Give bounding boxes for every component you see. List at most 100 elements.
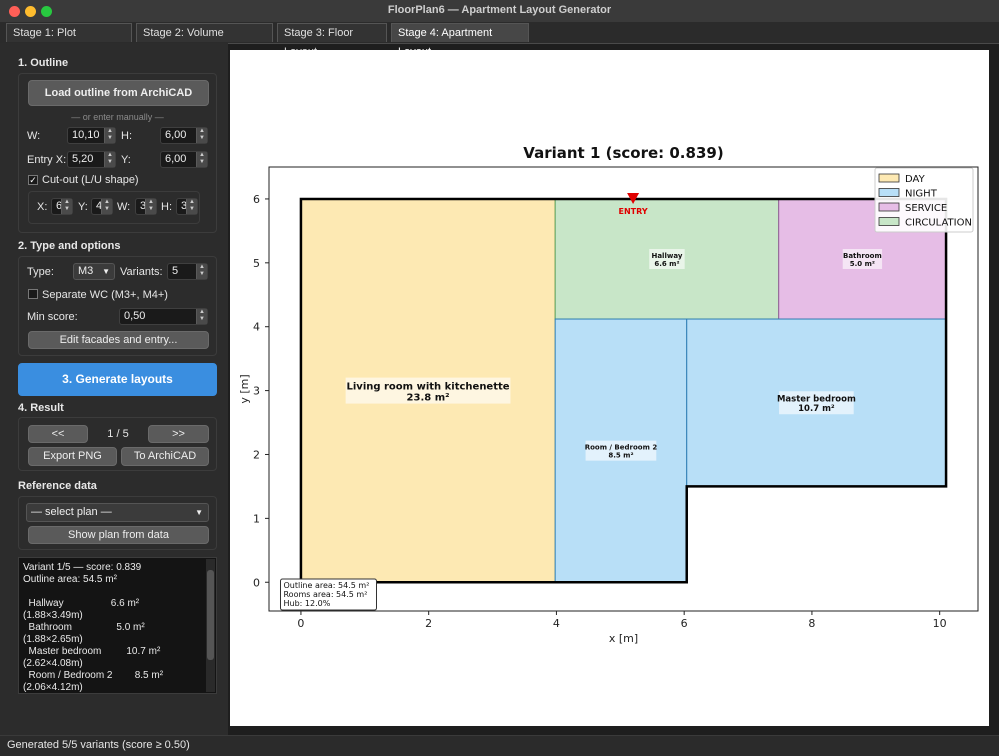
legend-label: NIGHT	[905, 189, 938, 200]
manual-entry-hint: — or enter manually —	[71, 112, 164, 122]
cutout-y-label: Y:	[78, 201, 88, 213]
y-tick-label: 6	[253, 193, 260, 206]
status-bar: Generated 5/5 variants (score ≥ 0.50)	[0, 735, 999, 756]
variants-field[interactable]: 5 ▲ ▼	[167, 263, 208, 280]
console-scroll-thumb[interactable]	[207, 570, 214, 660]
room-name-label: Bathroom	[843, 252, 882, 260]
title-bar: FloorPlan6 — Apartment Layout Generator	[0, 0, 999, 23]
x-tick-label: 8	[808, 617, 815, 630]
room-name-label: Master bedroom	[777, 395, 856, 405]
min-score-field[interactable]: 0,50 ▲ ▼	[119, 308, 208, 325]
x-tick-label: 2	[425, 617, 432, 630]
cutout-w-label: W:	[117, 201, 131, 213]
next-variant-button[interactable]: >>	[148, 425, 209, 443]
cutout-y-field[interactable]: 4 ▲ ▼	[91, 198, 113, 215]
load-outline-button[interactable]: Load outline from ArchiCAD	[28, 80, 209, 106]
y-tick-label: 1	[253, 512, 260, 525]
cutout-h-label: H:	[161, 201, 172, 213]
tab-apartment-layout[interactable]: Stage 4: Apartment Layout	[391, 23, 529, 58]
spin-arrows-icon[interactable]: ▲ ▼	[196, 264, 207, 279]
export-png-button[interactable]: Export PNG	[28, 447, 117, 466]
spin-arrows-icon[interactable]: ▲ ▼	[196, 152, 207, 167]
generate-layouts-button[interactable]: 3. Generate layouts	[18, 363, 217, 396]
width-field[interactable]: 10,10 ▲ ▼	[67, 127, 116, 144]
plot-pane: Variant 1 (score: 0.839) Living room wit…	[230, 50, 989, 726]
tab-floor-layout[interactable]: Stage 3: Floor Layout	[277, 23, 387, 58]
height-field[interactable]: 6,00 ▲ ▼	[160, 127, 208, 144]
console-line: (2.62×4.08m)	[23, 658, 83, 669]
spin-arrows-icon[interactable]: ▲ ▼	[104, 128, 115, 143]
x-axis-label: x [m]	[609, 632, 638, 645]
console-line: Master bedroom 10.7 m²	[23, 646, 161, 657]
room-area-label: 23.8 m²	[407, 393, 450, 404]
room-area-label: 10.7 m²	[798, 404, 835, 414]
y-axis-label: y [m]	[238, 374, 251, 403]
reference-plan-select[interactable]: — select plan — ▼	[26, 503, 209, 522]
legend-swatch	[878, 217, 900, 226]
status-text: Generated 5/5 variants (score ≥ 0.50)	[7, 739, 190, 751]
cutout-label: Cut-out (L/U shape)	[42, 174, 139, 186]
tab-plot-subdivision[interactable]: Stage 1: Plot Subdivision	[6, 23, 132, 58]
legend-swatch	[878, 173, 900, 183]
tab-volume-generator[interactable]: Stage 2: Volume Generator	[136, 23, 273, 58]
cutout-x-field[interactable]: 6 ▲ ▼	[51, 198, 73, 215]
cutout-checkbox[interactable]: ✓	[28, 175, 38, 185]
x-tick-label: 10	[933, 617, 947, 630]
chart-title: Variant 1 (score: 0.839)	[523, 144, 723, 162]
console-line: Hallway 6.6 m²	[23, 598, 140, 609]
chevron-down-icon: ▼	[102, 267, 110, 276]
entry-y-field[interactable]: 6,00 ▲ ▼	[160, 151, 208, 168]
room-area-label: 8.5 m²	[608, 452, 633, 460]
result-console[interactable]: Variant 1/5 — score: 0.839 Outline area:…	[18, 557, 217, 694]
console-line: (1.88×3.49m)	[23, 610, 83, 621]
cutout-w-field[interactable]: 3 ▲ ▼	[135, 198, 157, 215]
info-box-line: Hub: 12.0%	[283, 599, 330, 608]
previous-variant-button[interactable]: <<	[28, 425, 88, 443]
entry-x-label: Entry X:	[27, 154, 67, 166]
room-area-label: 6.6 m²	[654, 260, 679, 268]
console-line: (2.06×4.12m)	[23, 682, 83, 693]
legend-label: DAY	[905, 174, 926, 185]
legend-swatch	[878, 202, 900, 212]
spin-arrows-icon[interactable]: ▲ ▼	[145, 199, 156, 214]
to-archicad-button[interactable]: To ArchiCAD	[121, 447, 209, 466]
show-plan-button[interactable]: Show plan from data	[28, 526, 209, 544]
x-tick-label: 4	[553, 617, 560, 630]
info-box-line: Outline area: 54.5 m²	[283, 581, 369, 590]
spin-arrows-icon[interactable]: ▲ ▼	[104, 152, 115, 167]
edit-facades-button[interactable]: Edit facades and entry...	[28, 331, 209, 349]
legend-label: CIRCULATION	[905, 218, 972, 229]
spin-arrows-icon[interactable]: ▲ ▼	[196, 309, 207, 324]
spin-arrows-icon[interactable]: ▲ ▼	[196, 128, 207, 143]
spin-arrows-icon[interactable]: ▲ ▼	[186, 199, 197, 214]
floor-plan-chart: Variant 1 (score: 0.839) Living room wit…	[238, 144, 979, 645]
y-tick-label: 5	[253, 257, 260, 270]
separate-wc-checkbox[interactable]	[28, 289, 38, 299]
info-box-line: Rooms area: 54.5 m²	[283, 590, 367, 599]
reference-section-title: Reference data	[18, 480, 97, 492]
room-name-label: Room / Bedroom 2	[585, 444, 658, 452]
spin-arrows-icon[interactable]: ▲ ▼	[101, 199, 112, 214]
type-select[interactable]: M3 ▼	[73, 263, 115, 280]
x-tick-label: 0	[297, 617, 304, 630]
chevron-down-icon: ▼	[195, 508, 203, 517]
entry-y-label: Y:	[121, 154, 131, 166]
tab-bar: Stage 1: Plot Subdivision Stage 2: Volum…	[0, 22, 999, 58]
y-tick-label: 4	[253, 321, 260, 334]
cutout-h-field[interactable]: 3 ▲ ▼	[176, 198, 198, 215]
cutout-x-label: X:	[37, 201, 48, 213]
y-tick-label: 0	[253, 576, 260, 589]
min-score-label: Min score:	[27, 311, 78, 323]
type-section-title: 2. Type and options	[18, 240, 121, 252]
type-label: Type:	[27, 266, 54, 278]
entry-x-field[interactable]: 5,20 ▲ ▼	[67, 151, 116, 168]
separate-wc-label: Separate WC (M3+, M4+)	[42, 289, 168, 301]
spin-arrows-icon[interactable]: ▲ ▼	[61, 199, 72, 214]
console-line: Room / Bedroom 2 8.5 m²	[23, 670, 164, 681]
legend-label: SERVICE	[905, 203, 947, 214]
outline-section-title: 1. Outline	[18, 57, 69, 69]
entry-label: ENTRY	[619, 207, 648, 216]
result-section-title: 4. Result	[18, 402, 64, 414]
variant-page-indicator: 1 / 5	[107, 428, 129, 440]
console-line: Outline area: 54.5 m²	[23, 574, 117, 585]
